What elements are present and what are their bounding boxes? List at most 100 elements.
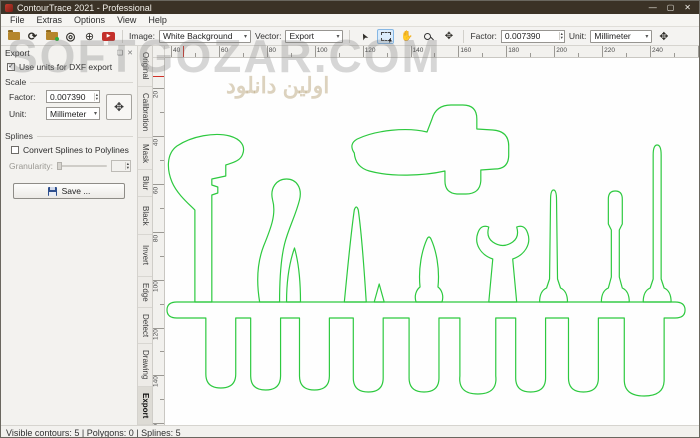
- menu-file[interactable]: File: [4, 14, 31, 27]
- ruler-tick-minor: [530, 53, 532, 57]
- vector-value: Export: [289, 31, 315, 41]
- vector-select[interactable]: Export ▾: [285, 29, 344, 43]
- granularity-slider[interactable]: [56, 162, 107, 170]
- ruler-tick-minor: [160, 399, 164, 401]
- traced-contour: [373, 283, 385, 303]
- status-bar: Visible contours: 5 | Polygons: 0 | Spli…: [1, 425, 699, 438]
- ruler-label: 100: [316, 47, 328, 54]
- ruler-tick-minor: [290, 53, 292, 57]
- traced-contour: [414, 236, 444, 303]
- unit-value: Millimeter: [594, 31, 631, 41]
- close-button[interactable]: ✕: [684, 1, 691, 14]
- panel-unit-select[interactable]: Millimeter ▾: [46, 107, 100, 120]
- panel-close-icon[interactable]: ✕: [127, 49, 133, 57]
- ruler-label: 140: [153, 376, 160, 388]
- slider-thumb[interactable]: [56, 162, 62, 170]
- ruler-label: 40: [173, 47, 181, 54]
- website-globe-icon[interactable]: ⊕: [82, 29, 97, 44]
- chevron-down-icon: ▾: [645, 33, 649, 40]
- save-project-icon[interactable]: [44, 29, 59, 44]
- panel-title: Export: [5, 48, 30, 58]
- minimize-button[interactable]: —: [649, 1, 657, 14]
- ruler-tick: [650, 46, 651, 57]
- factor-label: Factor:: [470, 31, 497, 41]
- menu-help[interactable]: Help: [142, 14, 173, 27]
- chevron-down-icon: ▾: [93, 111, 97, 117]
- traced-contours-svg: [166, 104, 686, 397]
- panel-unit-value: Millimeter: [50, 108, 87, 119]
- traced-contour: [167, 133, 245, 303]
- cursor-arrow-icon: ➤: [358, 30, 371, 42]
- ruler-tick: [314, 46, 316, 57]
- reload-icon[interactable]: ⟳: [25, 29, 40, 44]
- granularity-spinbox[interactable]: ▴ ▾: [111, 160, 131, 172]
- traced-contour: [642, 144, 672, 303]
- tab-export[interactable]: Export: [138, 386, 152, 425]
- maximize-button[interactable]: ▢: [667, 1, 675, 14]
- unit-select[interactable]: Millimeter ▾: [590, 29, 653, 43]
- ruler-tick: [506, 46, 508, 57]
- ruler-label: 80: [153, 234, 160, 242]
- ruler-tick-minor: [482, 53, 484, 57]
- ruler-tick-minor: [160, 111, 164, 113]
- tab-blur[interactable]: Blur: [138, 169, 152, 198]
- ruler-tick: [171, 46, 172, 57]
- panel-factor-input[interactable]: 0.007390 ▴ ▾: [46, 90, 100, 103]
- ruler-corner: [153, 46, 165, 58]
- tab-calibration[interactable]: Calibration: [138, 86, 152, 138]
- menu-options[interactable]: Options: [68, 14, 111, 27]
- toolbar-separator: [122, 29, 123, 43]
- open-image-icon[interactable]: [6, 29, 21, 44]
- toolbar: ⟳ ◎ ⊕ ▶ Image: White Background ▾ Vector…: [1, 27, 699, 46]
- tab-detect[interactable]: Detect: [138, 308, 152, 345]
- spinner-arrows-icon[interactable]: ▴ ▾: [93, 92, 99, 101]
- settings-icon[interactable]: ◎: [63, 29, 78, 44]
- tab-black-white[interactable]: Black white: [138, 197, 152, 236]
- vertical-ruler: 20 40 60 80 100 120 140 160: [153, 58, 165, 425]
- dxf-units-checkbox[interactable]: ✓: [7, 63, 15, 71]
- export-panel: Export ❏ ✕ ✓ Use units for DXF export Sc…: [1, 46, 138, 425]
- tab-invert-colors[interactable]: Invert Colors: [138, 235, 152, 277]
- ruler-label: 240: [652, 47, 663, 54]
- marquee-select-tool-button[interactable]: [377, 28, 395, 44]
- ruler-tick-minor: [242, 53, 244, 57]
- canvas-area: 406080100120140160180200220240260 204060…: [153, 46, 699, 425]
- convert-splines-checkbox-label: Convert Splines to Polylines: [23, 145, 129, 155]
- zoom-tool-button[interactable]: [419, 29, 436, 44]
- tab-edge[interactable]: Edge: [138, 276, 152, 309]
- tab-mask[interactable]: Mask: [138, 137, 152, 170]
- ruler-tick: [266, 46, 268, 57]
- ruler-position-marker: [153, 76, 164, 77]
- unit-label: Unit:: [568, 31, 587, 41]
- tab-original[interactable]: Original: [138, 46, 152, 87]
- ruler-label: 220: [604, 47, 615, 54]
- convert-splines-checkbox[interactable]: [11, 146, 19, 154]
- move-origin-icon[interactable]: ✥: [656, 29, 671, 44]
- menu-view[interactable]: View: [111, 14, 142, 27]
- panel-float-icon[interactable]: ❏: [117, 49, 123, 57]
- save-button-label: Save ...: [61, 186, 91, 196]
- ruler-tick: [458, 46, 460, 57]
- ruler-label: 160: [153, 422, 160, 425]
- factor-spinbox[interactable]: 0.007390 ▴ ▾: [500, 29, 565, 43]
- tab-drawing[interactable]: Drawing: [138, 344, 152, 387]
- fit-view-button[interactable]: ✥: [440, 29, 457, 44]
- drawing-canvas[interactable]: [165, 58, 699, 425]
- magnifier-icon: [424, 32, 432, 40]
- save-button[interactable]: Save ...: [13, 183, 125, 199]
- status-text: Visible contours: 5 | Polygons: 0 | Spli…: [6, 427, 181, 438]
- chevron-down-icon: ▾: [243, 33, 247, 40]
- traced-contour: [343, 206, 367, 303]
- menu-extras[interactable]: Extras: [31, 14, 69, 27]
- factor-value: 0.007390: [504, 31, 541, 41]
- spinner-arrows-icon[interactable]: ▴ ▾: [558, 31, 564, 40]
- menu-bar: File Extras Options View Help: [1, 14, 699, 27]
- pointer-tool-button[interactable]: ➤: [356, 29, 373, 44]
- pan-tool-button[interactable]: ✋: [398, 29, 415, 44]
- image-background-select[interactable]: White Background ▾: [159, 29, 251, 43]
- pick-scale-button[interactable]: ✥: [106, 93, 132, 120]
- youtube-icon[interactable]: ▶: [101, 29, 116, 44]
- spinner-arrows-icon: ▴ ▾: [124, 161, 129, 170]
- title-bar: ContourTrace 2021 - Professional — ▢ ✕: [1, 1, 699, 14]
- horizontal-ruler: 406080100120140160180200220240260: [165, 46, 699, 58]
